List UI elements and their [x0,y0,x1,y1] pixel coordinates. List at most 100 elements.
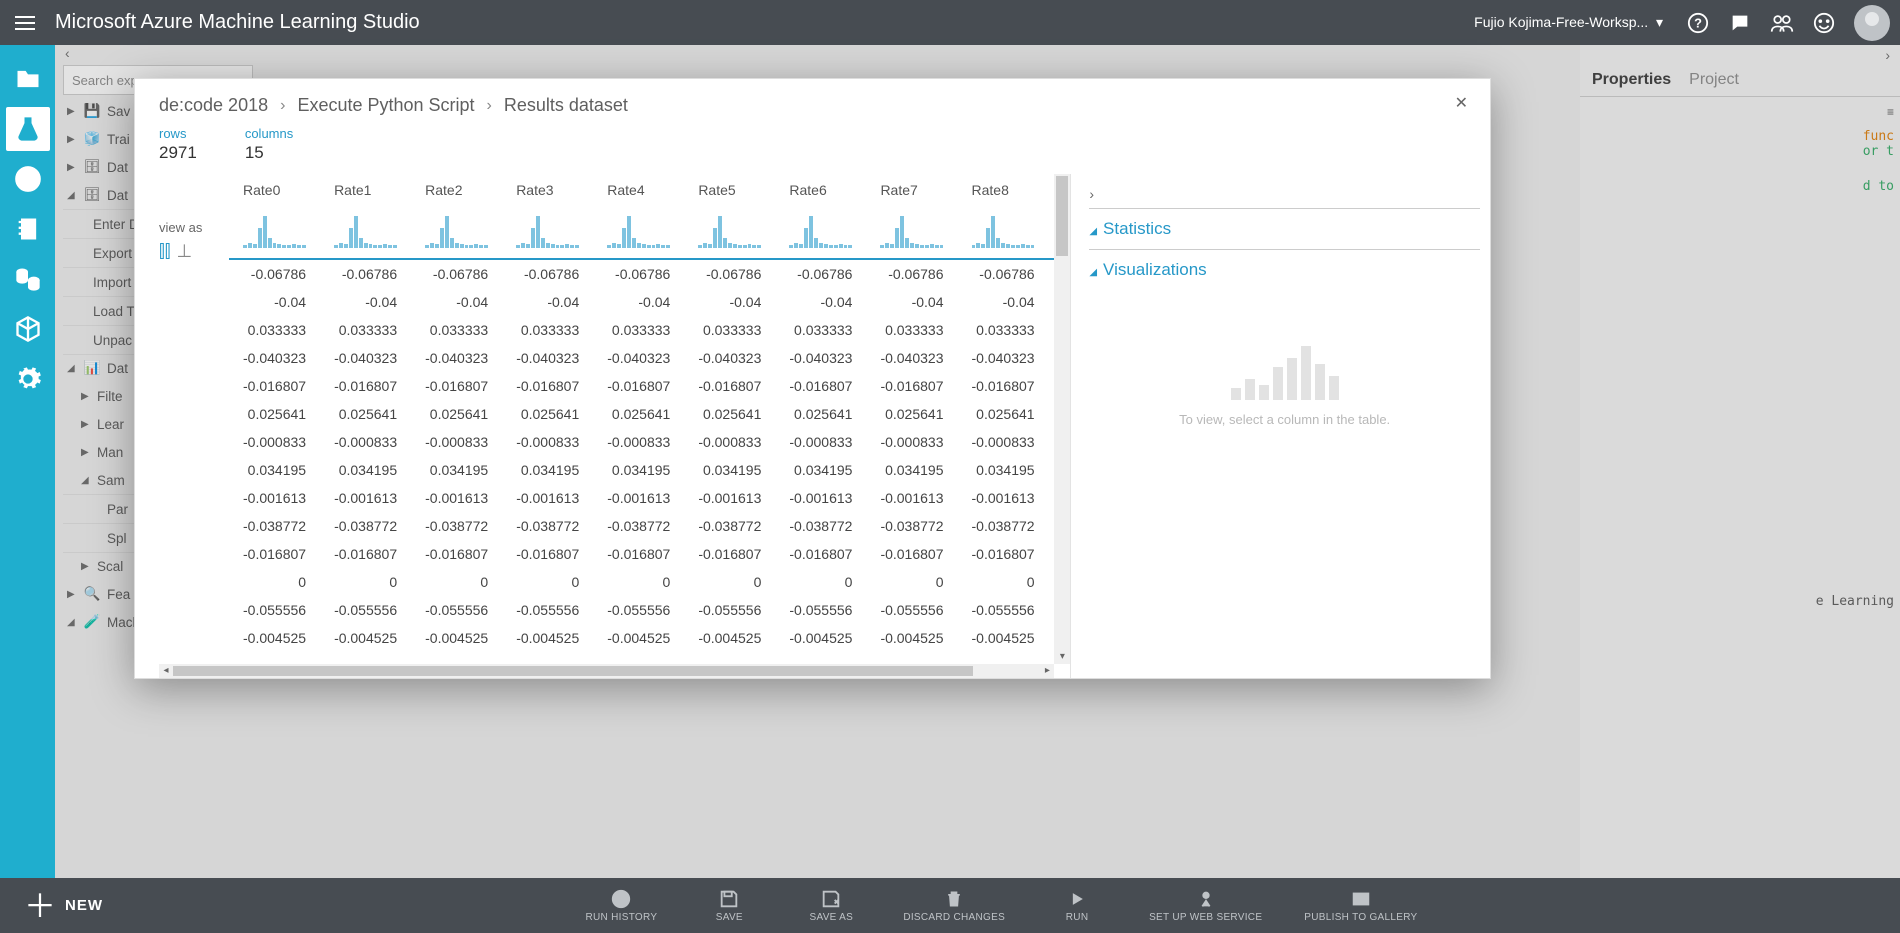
statistics-header[interactable]: Statistics [1089,219,1480,239]
table-cell: -0.000833 [684,428,775,456]
view-histogram-icon[interactable]: ⫿⫿ [159,241,171,262]
top-bar: Microsoft Azure Machine Learning Studio … [0,0,1900,45]
discard-button[interactable]: DISCARD CHANGES [903,888,1005,923]
table-cell: -0.016807 [866,540,957,568]
table-cell: -0.038772 [684,512,775,540]
table-row[interactable]: -0.016807-0.016807-0.016807-0.016807-0.0… [229,372,1070,400]
new-button[interactable]: ＋NEW [0,890,103,922]
crumb-module[interactable]: Execute Python Script [297,95,474,116]
rail-experiments-icon[interactable] [6,107,50,151]
rail-models-icon[interactable] [6,307,50,351]
table-row[interactable]: 0.0341950.0341950.0341950.0341950.034195… [229,456,1070,484]
table-cell: -0.004525 [411,624,502,652]
table-row[interactable]: -0.000833-0.000833-0.000833-0.000833-0.0… [229,428,1070,456]
avatar[interactable] [1854,5,1890,41]
table-cell: -0.004525 [593,624,684,652]
table-row[interactable]: -0.016807-0.016807-0.016807-0.016807-0.0… [229,540,1070,568]
scroll-right-icon[interactable]: ▸ [1040,664,1054,678]
run-history-button[interactable]: RUN HISTORY [585,888,657,923]
table-cell: -0.055556 [502,596,593,624]
run-button[interactable]: RUN [1047,888,1107,923]
table-cell: -0.04 [411,288,502,316]
table-cell: -0.001613 [320,484,411,512]
table-cell: -0.038772 [229,512,320,540]
table-cell: -0.038772 [320,512,411,540]
column-header[interactable]: Rate5 [684,174,775,259]
table-cell: 0.034195 [866,456,957,484]
table-cell: -0.001613 [593,484,684,512]
table-row[interactable]: -0.038772-0.038772-0.038772-0.038772-0.0… [229,512,1070,540]
rail-settings-icon[interactable] [6,357,50,401]
table-row[interactable]: 0.0256410.0256410.0256410.0256410.025641… [229,400,1070,428]
table-cell: -0.055556 [866,596,957,624]
scroll-down-icon[interactable]: ▾ [1054,650,1070,664]
collapse-side-icon[interactable]: › [1089,186,1480,202]
table-row[interactable]: -0.001613-0.001613-0.001613-0.001613-0.0… [229,484,1070,512]
table-cell: -0.016807 [958,540,1049,568]
column-header[interactable]: Rate0 [229,174,320,259]
table-cell: -0.016807 [684,372,775,400]
people-icon[interactable] [1770,11,1794,35]
scroll-thumb[interactable] [173,666,973,676]
column-header[interactable]: Rate4 [593,174,684,259]
table-cell: 0.025641 [684,400,775,428]
rail-projects-icon[interactable] [6,57,50,101]
table-cell: -0.040323 [229,344,320,372]
scroll-thumb[interactable] [1056,176,1068,256]
save-as-button[interactable]: SAVE AS [801,888,861,923]
smile-icon[interactable] [1812,11,1836,35]
table-cell: 0.034195 [775,456,866,484]
column-header[interactable]: Rate1 [320,174,411,259]
table-cell: -0.001613 [229,484,320,512]
table-row[interactable]: -0.004525-0.004525-0.004525-0.004525-0.0… [229,624,1070,652]
column-header[interactable]: Rate3 [502,174,593,259]
table-cell: -0.06786 [320,259,411,288]
view-as-selector: view as ⫿⫿ ⊥ [159,220,202,262]
table-cell: -0.016807 [502,540,593,568]
publish-button[interactable]: PUBLISH TO GALLERY [1304,888,1417,923]
table-cell: -0.004525 [320,624,411,652]
column-header[interactable]: Rate6 [775,174,866,259]
rail-notebooks-icon[interactable] [6,207,50,251]
table-cell: -0.016807 [958,372,1049,400]
table-row[interactable]: -0.040323-0.040323-0.040323-0.040323-0.0… [229,344,1070,372]
workspace-selector[interactable]: Fujio Kojima-Free-Worksp... ▾ [1474,14,1663,31]
rail-datasets-icon[interactable] [6,257,50,301]
table-row[interactable]: -0.055556-0.055556-0.055556-0.055556-0.0… [229,596,1070,624]
table-cell: 0.033333 [593,316,684,344]
table-row[interactable]: -0.06786-0.06786-0.06786-0.06786-0.06786… [229,259,1070,288]
table-row[interactable]: -0.04-0.04-0.04-0.04-0.04-0.04-0.04-0.04… [229,288,1070,316]
save-button[interactable]: SAVE [699,888,759,923]
table-row[interactable]: 0.0333330.0333330.0333330.0333330.033333… [229,316,1070,344]
table-cell: -0.04 [229,288,320,316]
feedback-icon[interactable] [1728,11,1752,35]
table-cell: 0 [229,568,320,596]
table-cell: 0 [593,568,684,596]
column-header[interactable]: Rate8 [958,174,1049,259]
table-cell: -0.038772 [411,512,502,540]
table-cell: -0.038772 [775,512,866,540]
rail-webservices-icon[interactable] [6,157,50,201]
crumb-experiment[interactable]: de:code 2018 [159,95,268,116]
table-row[interactable]: 0000000000 [229,568,1070,596]
table-cell: 0.025641 [411,400,502,428]
scroll-left-icon[interactable]: ◂ [159,664,173,678]
horizontal-scrollbar[interactable]: ◂ ▸ [159,664,1054,678]
visualizations-header[interactable]: Visualizations [1089,260,1480,280]
table-cell: -0.004525 [502,624,593,652]
table-cell: 0.034195 [320,456,411,484]
view-boxplot-icon[interactable]: ⊥ [177,241,193,262]
column-header[interactable]: Rate7 [866,174,957,259]
table-cell: 0 [958,568,1049,596]
vertical-scrollbar[interactable]: ▴ ▾ [1054,174,1070,664]
web-service-button[interactable]: SET UP WEB SERVICE [1149,888,1262,923]
close-icon[interactable]: ✕ [1455,93,1468,113]
table-cell: 0.025641 [320,400,411,428]
table-cell: -0.000833 [775,428,866,456]
table-cell: -0.040323 [593,344,684,372]
table-cell: 0 [502,568,593,596]
help-icon[interactable]: ? [1686,11,1710,35]
column-header[interactable]: Rate2 [411,174,502,259]
table-cell: -0.004525 [684,624,775,652]
menu-icon[interactable] [10,8,40,38]
